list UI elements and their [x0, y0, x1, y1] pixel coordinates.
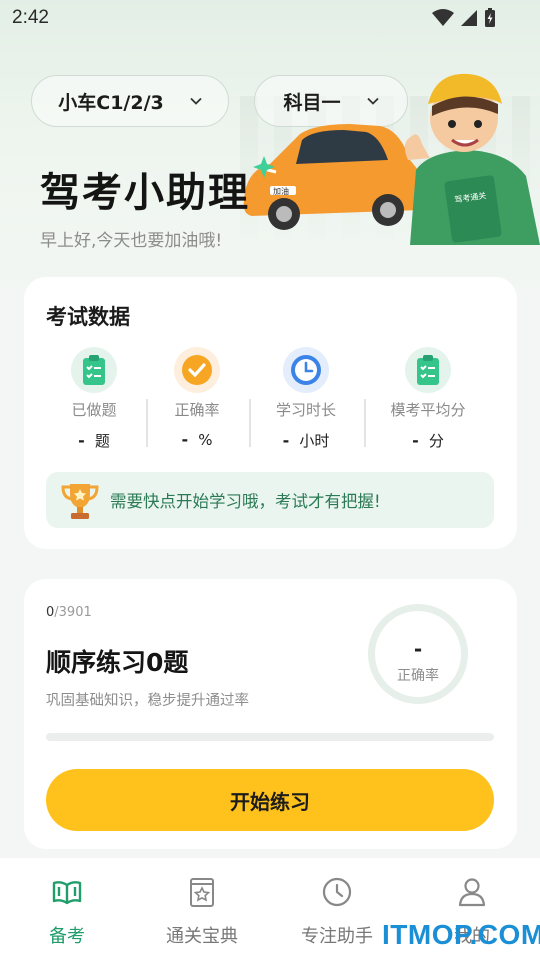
stat-accuracy[interactable]: 正确率 -%: [137, 347, 257, 449]
check-circle-icon: [174, 347, 220, 393]
clipboard-icon: [71, 347, 117, 393]
accuracy-label: 正确率: [397, 668, 439, 684]
stat-value: -: [412, 431, 419, 450]
start-practice-button[interactable]: 开始练习: [46, 769, 494, 831]
stat-label: 正确率: [174, 401, 220, 419]
stat-unit: 小时: [299, 432, 330, 450]
car-plate-text: 加油: [273, 186, 289, 196]
page-title: 驾考小助理: [40, 169, 250, 216]
wifi-icon: [432, 9, 454, 26]
character-illustration: 驾考通关: [404, 73, 540, 245]
nav-item-handbook[interactable]: 通关宝典: [152, 876, 252, 948]
stat-value: -: [78, 431, 85, 450]
practice-progress-bar: [46, 733, 494, 741]
status-time: 2:42: [12, 7, 49, 28]
book-open-icon: [52, 881, 82, 905]
clock-icon: [322, 877, 352, 907]
divider: [146, 399, 148, 447]
study-tip: 需要快点开始学习哦，考试才有把握!: [46, 472, 494, 528]
stat-unit: %: [198, 431, 213, 449]
stat-value: -: [282, 431, 290, 450]
stat-label: 已做题: [71, 401, 117, 419]
star-book-icon: [190, 878, 214, 907]
nav-label: 专注助手: [301, 926, 373, 947]
stat-unit: 分: [428, 432, 444, 450]
divider: [249, 399, 251, 447]
status-icons: [432, 8, 496, 28]
clock-icon: [283, 347, 329, 393]
progress-total: /3901: [54, 605, 92, 620]
signal-icon: [461, 10, 477, 26]
clipboard-icon: [405, 347, 451, 393]
stat-study-time[interactable]: 学习时长 - 小时: [246, 347, 366, 451]
practice-progress-text: 0/3901: [46, 605, 92, 620]
stats-row: 已做题 -题 正确率 -% 学习时长 - 小时 模考平均分 -分: [24, 347, 517, 457]
chevron-down-icon: [190, 97, 202, 105]
trophy-icon: [61, 484, 99, 519]
stat-done-questions[interactable]: 已做题 -题: [34, 347, 154, 451]
accuracy-ring: - 正确率: [368, 604, 468, 704]
stat-unit: 题: [94, 432, 110, 450]
tip-text: 需要快点开始学习哦，考试才有把握!: [110, 492, 381, 511]
nav-label: 备考: [49, 926, 85, 947]
practice-description: 巩固基础知识，稳步提升通过率: [46, 693, 249, 709]
status-bar: 2:42: [0, 0, 540, 40]
hero-illustration: 加油 驾考通关: [243, 73, 540, 245]
accuracy-value: -: [413, 637, 423, 661]
stat-mock-average[interactable]: 模考平均分 -分: [368, 347, 488, 451]
practice-card: 0/3901 顺序练习0题 巩固基础知识，稳步提升通过率 - 正确率 开始练习: [24, 579, 517, 849]
exam-data-card: 考试数据 已做题 -题 正确率 -% 学习时长 - 小时 模考平均分 - 分 需…: [24, 277, 517, 549]
divider: [364, 399, 366, 447]
practice-title: 顺序练习0题: [46, 648, 189, 677]
nav-item-focus[interactable]: 专注助手: [287, 876, 387, 948]
user-icon: [458, 878, 486, 907]
battery-icon: [485, 8, 495, 27]
vehicle-type-selector[interactable]: 小车C1/2/3: [31, 75, 229, 127]
greeting-text: 早上好,今天也要加油哦!: [40, 231, 223, 251]
nav-item-prepare[interactable]: 备考: [17, 876, 117, 948]
nav-label: 通关宝典: [166, 926, 238, 947]
watermark: ITMOP.COM: [382, 919, 540, 950]
stat-label: 学习时长: [275, 401, 336, 419]
stat-value: -: [181, 430, 189, 449]
vehicle-type-label: 小车C1/2/3: [58, 91, 164, 114]
exam-data-title: 考试数据: [46, 305, 130, 329]
stat-label: 模考平均分: [390, 401, 466, 419]
car-illustration: 加油: [243, 124, 422, 230]
